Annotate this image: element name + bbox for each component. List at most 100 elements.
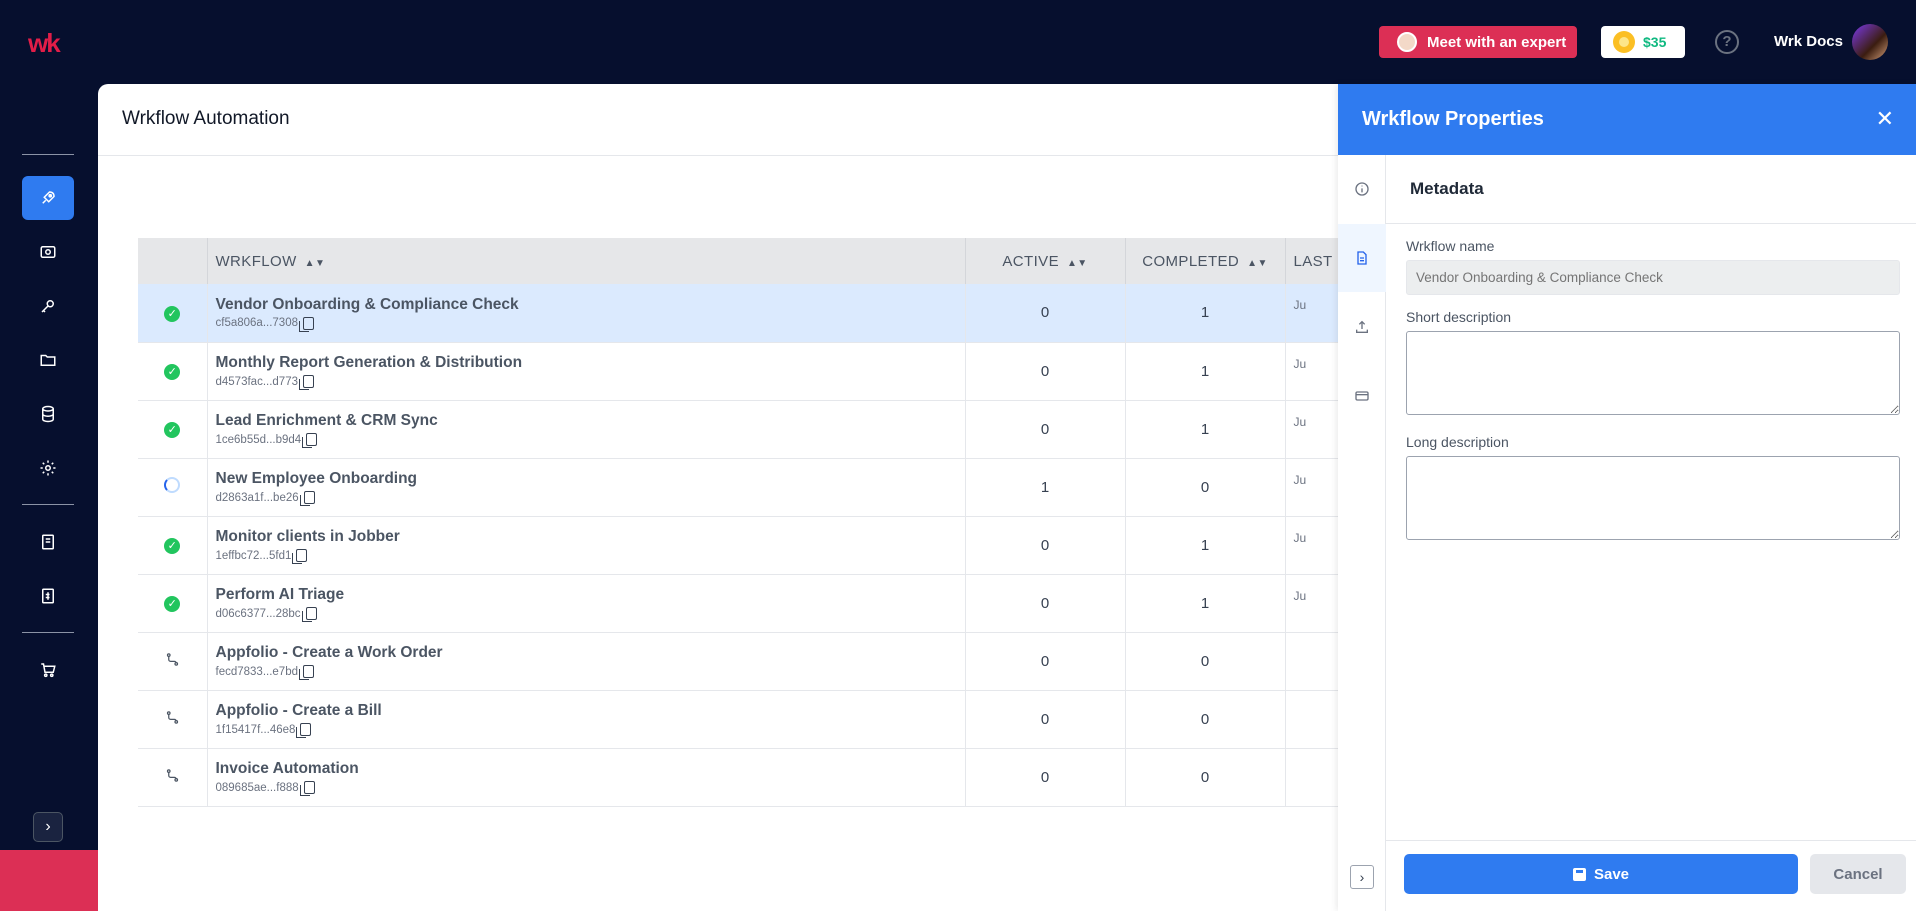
copy-icon[interactable] [299, 665, 314, 680]
properties-panel: Wrkflow Properties ✕ › Metadata Wrkflow … [1338, 84, 1916, 911]
workflow-cell[interactable]: Perform AI Triage d06c6377...28bc [207, 574, 966, 633]
workflow-name[interactable]: Monitor clients in Jobber [216, 528, 957, 546]
short-description-field: Short description [1386, 309, 1916, 420]
sidebar-item-marketplace[interactable] [22, 648, 74, 692]
status-cell [138, 632, 208, 691]
receipt-icon [42, 588, 54, 604]
completed-count: 0 [1125, 690, 1286, 749]
sidebar-item-settings[interactable] [22, 446, 74, 490]
sidebar-item-billing[interactable] [22, 574, 74, 618]
sidebar-expand-button[interactable]: › [33, 812, 63, 842]
workflow-id: d4573fac...d773 [215, 375, 957, 390]
table-row[interactable]: ✓ Vendor Onboarding & Compliance Check cf5… [138, 284, 1338, 343]
workflow-name[interactable]: Appfolio - Create a Work Order [216, 644, 957, 662]
last-column-header[interactable]: LAST [1285, 238, 1338, 284]
workflow-name-label: Wrkflow name [1406, 238, 1495, 254]
short-description-input[interactable] [1406, 331, 1900, 415]
table-row[interactable]: ✓ Monitor clients in Jobber 1effbc72...5fd… [138, 516, 1338, 575]
sidebar-item-keys[interactable] [22, 284, 74, 328]
completed-count: 1 [1125, 574, 1286, 633]
meet-expert-button[interactable]: Meet with an expert [1379, 26, 1577, 58]
user-avatar[interactable] [1852, 24, 1888, 60]
workflow-cell[interactable]: Invoice Automation 089685ae...f888 [207, 748, 966, 807]
collapse-panel-button[interactable]: › [1350, 865, 1374, 889]
copy-icon[interactable] [299, 781, 315, 796]
last-column-label: LAST [1293, 252, 1333, 270]
status-cell: ✓ [138, 342, 208, 401]
completed-status-icon: ✓ [164, 596, 181, 612]
workflow-name[interactable]: Invoice Automation [216, 760, 957, 778]
long-description-field: Long description [1386, 434, 1916, 545]
copy-icon[interactable] [302, 433, 318, 448]
properties-title: Wrkflow Properties [1362, 108, 1544, 130]
workflow-cell[interactable]: Vendor Onboarding & Compliance Check cf5a… [207, 284, 966, 343]
workflow-name[interactable]: Perform AI Triage [216, 586, 957, 604]
workflow-id-text: d4573fac...d773 [215, 375, 299, 388]
rail-item-metadata[interactable] [1338, 224, 1386, 292]
sidebar-item-files[interactable] [22, 338, 74, 382]
completed-status-icon: ✓ [164, 538, 181, 554]
properties-rail: › [1338, 155, 1386, 911]
workflow-cell[interactable]: Monthly Report Generation & Distribution… [207, 342, 966, 401]
workflow-id: 1f15417f...46e8 [216, 723, 957, 738]
last-run: Ju [1285, 284, 1338, 343]
workflow-name[interactable]: Appfolio - Create a Bill [216, 702, 957, 720]
gear-icon [40, 460, 56, 476]
status-cell [138, 748, 208, 807]
sort-icon: ▲▼ [1247, 257, 1268, 269]
table-row[interactable]: Appfolio - Create a Work Order fecd7833..… [138, 632, 1338, 691]
rail-item-info[interactable] [1338, 155, 1386, 223]
completed-count: 0 [1125, 748, 1286, 807]
copy-icon[interactable] [299, 375, 314, 390]
table-row[interactable]: ✓ Perform AI Triage d06c6377...28bc 0 1 Ju [138, 574, 1338, 633]
workflow-cell[interactable]: Lead Enrichment & CRM Sync 1ce6b55d...b9d… [207, 400, 966, 459]
workflow-name-input[interactable] [1406, 260, 1900, 295]
workflow-cell[interactable]: Appfolio - Create a Work Order fecd7833..… [207, 632, 966, 691]
sidebar-item-launchpad[interactable] [22, 230, 74, 274]
workflow-cell[interactable]: Appfolio - Create a Bill 1f15417f...46e8 [207, 690, 966, 749]
sidebar-item-automation[interactable] [22, 176, 74, 220]
active-column-header[interactable]: ACTIVE ▲▼ [965, 238, 1126, 284]
copy-icon[interactable] [292, 549, 308, 564]
table-row[interactable]: ✓ Monthly Report Generation & Distributio… [138, 342, 1338, 401]
workflow-name[interactable]: Lead Enrichment & CRM Sync [216, 412, 957, 430]
copy-icon[interactable] [299, 491, 315, 506]
last-run: Ju [1285, 458, 1338, 517]
cancel-button[interactable]: Cancel [1810, 854, 1906, 894]
workflow-column-header[interactable]: WRKFLOW ▲▼ [207, 238, 966, 284]
user-name[interactable]: Wrk Docs [1774, 33, 1843, 50]
copy-icon[interactable] [299, 316, 314, 332]
long-description-label: Long description [1406, 434, 1509, 450]
save-button[interactable]: Save [1404, 854, 1798, 894]
last-run [1285, 632, 1338, 691]
copy-icon[interactable] [296, 723, 312, 738]
sidebar-item-docs[interactable] [22, 520, 74, 564]
table-row[interactable]: Appfolio - Create a Bill 1f15417f...46e8 0… [138, 690, 1338, 749]
rocket-icon [42, 191, 55, 204]
workflow-cell[interactable]: Monitor clients in Jobber 1effbc72...5fd1 [207, 516, 966, 575]
rail-item-billing[interactable] [1338, 362, 1386, 430]
completed-column-header[interactable]: COMPLETED ▲▼ [1125, 238, 1286, 284]
active-column-label: ACTIVE [1002, 252, 1059, 270]
long-description-input[interactable] [1406, 456, 1900, 540]
table-row[interactable]: Invoice Automation 089685ae...f888 0 0 [138, 748, 1338, 807]
help-icon[interactable]: ? [1715, 30, 1739, 54]
workflow-cell[interactable]: New Employee Onboarding d2863a1f...be26 [207, 458, 966, 517]
status-cell: ✓ [138, 400, 208, 459]
table-row[interactable]: New Employee Onboarding d2863a1f...be26 1 0… [138, 458, 1338, 517]
last-run: Ju [1285, 342, 1338, 401]
rail-item-publish[interactable] [1338, 293, 1386, 361]
short-description-label: Short description [1406, 309, 1512, 325]
workflow-id-text: 1ce6b55d...b9d4 [215, 433, 302, 446]
properties-header: Wrkflow Properties ✕ [1338, 84, 1916, 155]
workflow-name[interactable]: New Employee Onboarding [216, 470, 957, 488]
brand-logo[interactable]: wk [28, 28, 61, 59]
credits-amount: $35 [1643, 34, 1667, 50]
close-icon[interactable]: ✕ [1876, 106, 1894, 132]
workflow-name[interactable]: Vendor Onboarding & Compliance Check [216, 296, 957, 314]
table-row[interactable]: ✓ Lead Enrichment & CRM Sync 1ce6b55d...b9… [138, 400, 1338, 459]
credits-button[interactable]: $35 [1601, 26, 1685, 58]
sidebar-item-data[interactable] [22, 392, 74, 436]
copy-icon[interactable] [301, 607, 317, 622]
workflow-name[interactable]: Monthly Report Generation & Distribution [216, 354, 957, 372]
